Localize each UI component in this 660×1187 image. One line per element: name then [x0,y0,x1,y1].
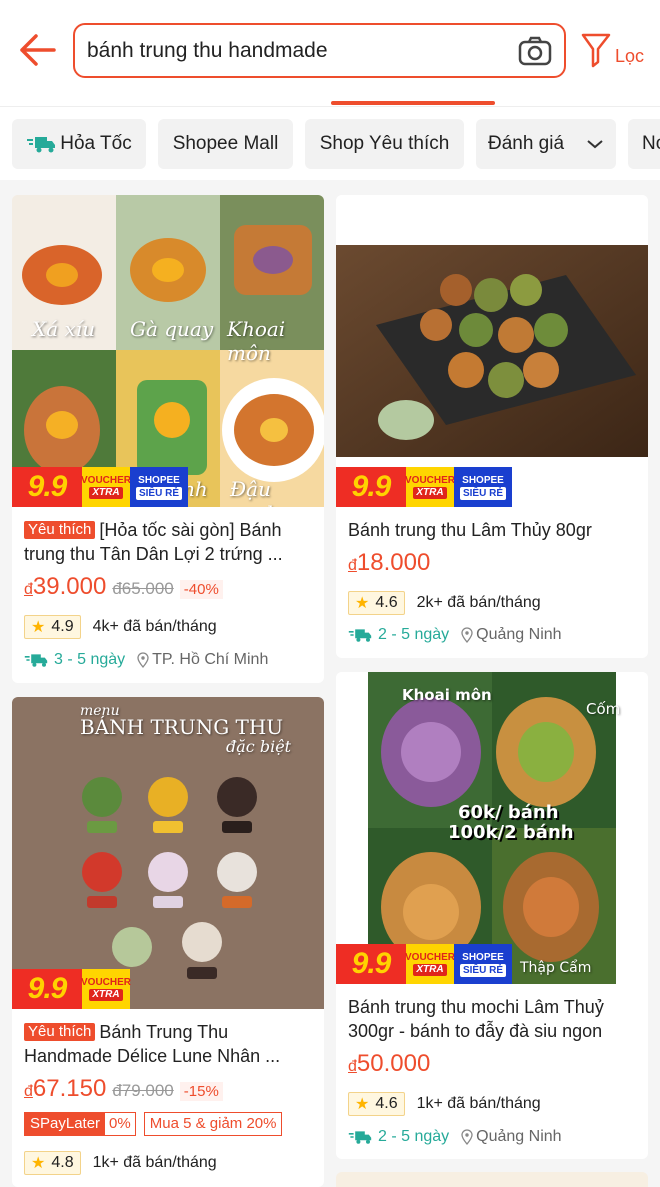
shipping-row: 3 - 5 ngày TP. Hồ Chí Minh [24,651,268,669]
product-price: đ 67.150 đ79.000 -15% [24,1075,223,1103]
product-card[interactable]: 9.9 VOUCHER XTRA SHOPEE SIÊU RẺ Bánh trung… [336,195,648,658]
delivery-truck-icon [348,629,372,642]
promo-row: SPayLater 0% Mua 5 & giảm 20% [24,1112,283,1136]
discount-badge: -40% [179,580,223,599]
favorite-tag: Yêu thích [24,521,96,539]
rating-row: ★ 4.6 2k+ đã bán/tháng [348,591,541,615]
rating-row: ★ 4.8 1k+ đã bán/tháng [24,1151,217,1175]
fast-delivery-icon [27,137,56,153]
shipping-row: 2 - 5 ngày Quảng Ninh [348,1128,562,1146]
old-price: đ79.000 [112,1081,174,1100]
product-price: đ 50.000 [348,1050,431,1077]
location-pin-icon [461,627,473,643]
product-image: Khoai môn Cốm 60k/ bánh 100k/2 bánh Thập… [336,672,648,984]
bundle-deal-badge: Mua 5 & giảm 20% [143,1112,283,1136]
sale-badge: 9.9 VOUCHER XTRA [12,969,131,1009]
sold-count: 1k+ đã bán/tháng [92,1154,217,1171]
filter-button[interactable]: Lọc [580,32,660,72]
sale-badge: 9.9 VOUCHER XTRA SHOPEE SIÊU RẺ [336,944,512,984]
sold-count: 4k+ đã bán/tháng [92,618,217,635]
chip-hoa-toc[interactable]: Hỏa Tốc [12,119,146,169]
search-box[interactable] [73,23,566,78]
spaylater-badge: SPayLater 0% [24,1112,136,1136]
chip-label: Shopee Mall [172,133,279,154]
image-label: Xá xíu [32,317,96,341]
product-card[interactable]: Xá xíu Gà quay Khoai môn nh Đậu xanh 9.9… [12,195,324,683]
image-label: Khoai môn [402,686,492,704]
star-icon: ★ [31,1155,46,1172]
image-label: Thập Cẩm [520,960,592,976]
image-label: BÁNH TRUNG THU [80,715,284,739]
product-price: đ 18.000 [348,549,431,576]
sold-count: 2k+ đã bán/tháng [416,594,541,611]
star-icon: ★ [31,619,46,636]
star-icon: ★ [355,595,370,612]
camera-icon[interactable] [518,35,552,67]
chip-label: Hỏa Tốc [60,133,132,154]
rating-row: ★ 4.6 1k+ đã bán/tháng [348,1092,541,1116]
location-pin-icon [461,1129,473,1145]
filter-label: Lọc [615,46,645,66]
filter-chips: Hỏa Tốc Shopee Mall Shop Yêu thích Đánh … [0,106,660,180]
product-title: Yêu thích [Hỏa tốc sài gòn] Bánh trung th… [24,520,283,564]
header: Lọc [0,0,660,106]
product-title: Bánh trung thu Lâm Thủy 80gr [348,520,592,540]
product-title: Yêu thích Bánh Trung Thu Handmade Délice … [24,1022,281,1066]
product-card-partial[interactable] [336,1172,648,1187]
product-title: Bánh trung thu mochi Lâm Thuỷ 300gr - bá… [348,997,604,1041]
old-price: đ65.000 [112,579,174,598]
product-image: menu BÁNH TRUNG THU đặc biệt 9.9 VOUCHER… [12,697,324,1009]
image-label: Khoai môn [227,317,286,365]
image-label: 100k/2 bánh [448,822,574,843]
image-label: Gà quay [130,317,214,341]
tab-indicator [331,101,495,105]
discount-badge: -15% [179,1082,223,1101]
delivery-truck-icon [348,1131,372,1144]
chip-danh-gia[interactable]: Đánh giá [476,119,616,169]
chip-shop-yeu-thich[interactable]: Shop Yêu thích [305,119,464,169]
product-card[interactable]: menu BÁNH TRUNG THU đặc biệt 9.9 VOUCHER… [12,697,324,1187]
funnel-icon [581,33,611,68]
star-icon: ★ [355,1096,370,1113]
product-image: 9.9 VOUCHER XTRA SHOPEE SIÊU RẺ [336,195,648,507]
image-label: 60k/ bánh [458,802,559,823]
image-label: đặc biệt [226,737,292,756]
shipping-row: 2 - 5 ngày Quảng Ninh [348,626,562,644]
rating-row: ★ 4.9 4k+ đã bán/tháng [24,615,217,639]
chip-more[interactable]: No [628,119,660,169]
location-pin-icon [137,652,149,668]
chevron-down-icon [587,140,603,149]
chip-shopee-mall[interactable]: Shopee Mall [158,119,293,169]
favorite-tag: Yêu thích [24,1023,96,1041]
sold-count: 1k+ đã bán/tháng [416,1095,541,1112]
back-arrow-icon[interactable] [16,30,60,70]
product-price: đ 39.000 đ65.000 -40% [24,573,223,601]
chip-label: Shop Yêu thích [319,133,450,154]
delivery-truck-icon [24,654,48,667]
sale-badge: 9.9 VOUCHER XTRA SHOPEE SIÊU RẺ [12,467,188,507]
search-input[interactable] [87,33,507,69]
image-label: Cốm [586,700,621,718]
chip-label: Đánh giá [487,133,565,154]
chip-label: No [642,133,660,154]
product-card[interactable]: Khoai môn Cốm 60k/ bánh 100k/2 bánh Thập… [336,672,648,1159]
sale-badge: 9.9 VOUCHER XTRA SHOPEE SIÊU RẺ [336,467,512,507]
product-image: Xá xíu Gà quay Khoai môn nh Đậu xanh 9.9… [12,195,324,507]
image-label: Đậu xanh [230,477,279,507]
